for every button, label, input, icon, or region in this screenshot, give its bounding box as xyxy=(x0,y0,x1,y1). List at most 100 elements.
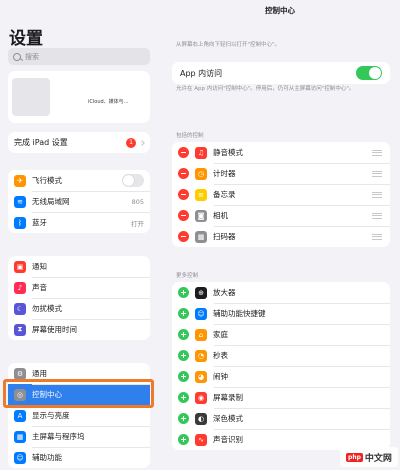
search-input[interactable]: 搜索 xyxy=(8,48,150,65)
remove-icon[interactable] xyxy=(178,147,189,158)
reorder-handle-icon[interactable] xyxy=(372,212,382,219)
page-title: 控制中心 xyxy=(265,6,295,15)
bell-icon: ♫ xyxy=(195,146,207,159)
selection-highlight-frame xyxy=(3,379,154,408)
notifications-group: ▣ 通知 ♪ 声音 ☾ 勿扰模式 ⧗ 屏幕使用时间 xyxy=(8,256,150,340)
list-item[interactable]: ♫ 静音模式 xyxy=(172,142,390,163)
remove-icon[interactable] xyxy=(178,168,189,179)
sidebar-item-home-screen[interactable]: ▦ 主屏幕与程序坞 xyxy=(8,426,150,447)
list-item[interactable]: ◕ 闹钟 xyxy=(172,366,390,387)
sidebar-title: 设置 xyxy=(9,29,43,49)
add-icon[interactable] xyxy=(178,350,189,361)
sidebar-item-sounds[interactable]: ♪ 声音 xyxy=(8,277,150,298)
accessibility-icon: ☺ xyxy=(14,451,26,464)
list-item[interactable]: ◷ 计时器 xyxy=(172,163,390,184)
included-controls-header: 包括的控制 xyxy=(176,133,204,139)
watermark-badge: php xyxy=(346,452,363,462)
sidebar-item-label: 飞行模式 xyxy=(32,176,62,185)
finish-setup-label: 完成 iPad 设置 xyxy=(14,138,68,147)
add-icon[interactable] xyxy=(178,329,189,340)
more-controls-header: 更多控制 xyxy=(176,273,199,279)
gear-icon: ⚙ xyxy=(14,367,26,380)
notes-icon: ≡ xyxy=(195,188,207,201)
stopwatch-icon: ◔ xyxy=(195,349,207,362)
list-item[interactable]: ◉ 屏幕录制 xyxy=(172,387,390,408)
notification-badge: 1 xyxy=(126,137,136,148)
add-icon[interactable] xyxy=(178,413,189,424)
sidebar-item-do-not-disturb[interactable]: ☾ 勿扰模式 xyxy=(8,298,150,319)
reorder-handle-icon[interactable] xyxy=(372,149,382,156)
finish-setup-row[interactable]: 完成 iPad 设置 1 xyxy=(8,132,150,153)
timer-icon: ◷ xyxy=(195,167,207,180)
home-screen-icon: ▦ xyxy=(14,430,26,443)
control-label: 计时器 xyxy=(213,169,236,178)
sidebar-item-label: 显示与亮度 xyxy=(32,411,70,420)
included-controls-list: ♫ 静音模式 ◷ 计时器 ≡ 备忘录 ◙ 相机 ▩ 扫码器 xyxy=(172,142,390,247)
sidebar-item-label: 主屏幕与程序坞 xyxy=(32,432,85,441)
wifi-icon: ≋ xyxy=(14,195,26,208)
watermark-text: 中文网 xyxy=(364,453,392,464)
list-item[interactable]: ▩ 扫码器 xyxy=(172,226,390,247)
list-item[interactable]: ◔ 秒表 xyxy=(172,345,390,366)
add-icon[interactable] xyxy=(178,287,189,298)
camera-icon: ◙ xyxy=(195,209,207,222)
add-icon[interactable] xyxy=(178,308,189,319)
notification-icon: ▣ xyxy=(14,260,26,273)
add-icon[interactable] xyxy=(178,371,189,382)
sidebar-item-label: 声音 xyxy=(32,283,47,292)
airplane-mode-toggle[interactable] xyxy=(122,174,144,187)
dark-mode-icon: ◐ xyxy=(195,412,207,425)
remove-icon[interactable] xyxy=(178,210,189,221)
control-label: 扫码器 xyxy=(213,232,236,241)
reorder-handle-icon[interactable] xyxy=(372,233,382,240)
sound-recognition-icon: ∿ xyxy=(195,433,207,446)
control-label: 备忘录 xyxy=(213,190,236,199)
sidebar-item-label: 通用 xyxy=(32,369,47,378)
control-label: 屏幕录制 xyxy=(213,393,243,402)
airplane-icon: ✈ xyxy=(14,174,26,187)
list-item[interactable]: ◙ 相机 xyxy=(172,205,390,226)
bluetooth-status: 打开 xyxy=(131,219,144,228)
sidebar-item-airplane[interactable]: ✈ 飞行模式 xyxy=(8,170,150,191)
bluetooth-icon: ᛒ xyxy=(14,216,26,229)
control-center-detail: 控制中心 从屏幕右上角向下轻扫以打开"控制中心"。 App 内访问 允许在 Ap… xyxy=(160,0,400,470)
qr-scanner-icon: ▩ xyxy=(195,230,207,243)
sidebar-item-label: 无线局域网 xyxy=(32,197,70,206)
list-item[interactable]: ⌂ 家庭 xyxy=(172,324,390,345)
add-icon[interactable] xyxy=(178,392,189,403)
more-controls-list: ⊕ 放大器 ☺ 辅助功能快捷键 ⌂ 家庭 ◔ 秒表 ◕ 闹钟 ◉ 屏幕录制 ◐ … xyxy=(172,282,390,450)
remove-icon[interactable] xyxy=(178,231,189,242)
sidebar-item-label: 蓝牙 xyxy=(32,218,47,227)
sidebar-item-screen-time[interactable]: ⧗ 屏幕使用时间 xyxy=(8,319,150,340)
sidebar-item-label: 通知 xyxy=(32,262,47,271)
screen-record-icon: ◉ xyxy=(195,391,207,404)
app-access-row[interactable]: App 内访问 xyxy=(172,62,390,84)
sidebar-item-notifications[interactable]: ▣ 通知 xyxy=(8,256,150,277)
sidebar-item-label: 勿扰模式 xyxy=(32,304,62,313)
list-item[interactable]: ⊕ 放大器 xyxy=(172,282,390,303)
remove-icon[interactable] xyxy=(178,189,189,200)
wifi-network-name: 805 xyxy=(131,197,144,206)
control-label: 放大器 xyxy=(213,288,236,297)
sidebar-item-display[interactable]: A 显示与亮度 xyxy=(8,405,150,426)
sidebar-item-wifi[interactable]: ≋ 无线局域网 805 xyxy=(8,191,150,212)
sidebar-item-bluetooth[interactable]: ᛒ 蓝牙 打开 xyxy=(8,212,150,233)
profile-card[interactable]: iCloud、媒体与... xyxy=(8,71,150,123)
control-label: 家庭 xyxy=(213,330,228,339)
home-icon: ⌂ xyxy=(195,328,207,341)
hourglass-icon: ⧗ xyxy=(14,323,26,336)
list-item[interactable]: ◐ 深色模式 xyxy=(172,408,390,429)
sidebar-item-accessibility[interactable]: ☺ 辅助功能 xyxy=(8,447,150,468)
list-item[interactable]: ☺ 辅助功能快捷键 xyxy=(172,303,390,324)
search-placeholder: 搜索 xyxy=(25,52,39,61)
reorder-handle-icon[interactable] xyxy=(372,191,382,198)
reorder-handle-icon[interactable] xyxy=(372,170,382,177)
control-label: 声音识别 xyxy=(213,435,243,444)
connectivity-group: ✈ 飞行模式 ≋ 无线局域网 805 ᛒ 蓝牙 打开 xyxy=(8,170,150,233)
list-item[interactable]: ≡ 备忘录 xyxy=(172,184,390,205)
app-access-toggle[interactable] xyxy=(356,66,382,80)
control-label: 秒表 xyxy=(213,351,228,360)
add-icon[interactable] xyxy=(178,434,189,445)
moon-icon: ☾ xyxy=(14,302,26,315)
avatar xyxy=(12,78,50,116)
